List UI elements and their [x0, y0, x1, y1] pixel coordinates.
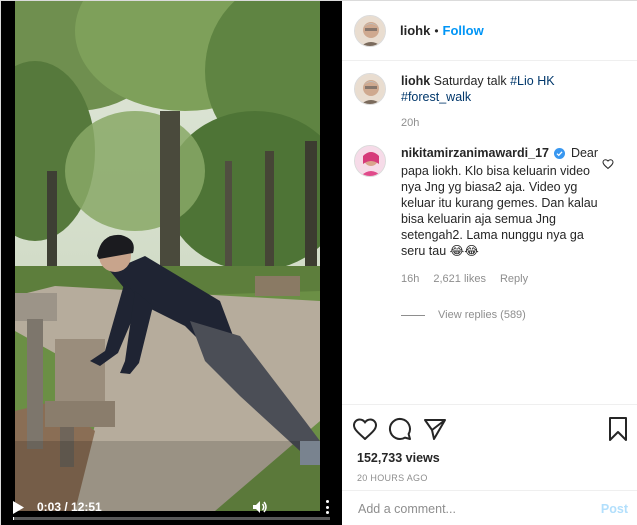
view-count[interactable]: 152,733 views — [357, 451, 630, 465]
video-time: 0:03 / 12:51 — [37, 500, 102, 514]
comment-age[interactable]: 16h — [401, 273, 419, 285]
video-frame — [15, 1, 320, 511]
post-comment-button[interactable]: Post — [601, 502, 628, 516]
video-progress-bar[interactable] — [13, 517, 330, 520]
caption-message: Saturday talk — [433, 74, 507, 88]
bookmark-icon[interactable] — [606, 417, 630, 441]
post-details: liohk • Follow liohk Saturday talk #Lio … — [342, 1, 637, 525]
action-bar — [353, 411, 630, 447]
hashtag-link[interactable]: #forest_walk — [401, 90, 471, 104]
caption-age[interactable]: 20h — [401, 117, 419, 129]
avatar[interactable] — [354, 145, 386, 177]
comment-emoji: 😂😂 — [449, 244, 479, 258]
comment-composer: Post — [342, 490, 637, 525]
follow-button[interactable]: Follow — [443, 23, 484, 38]
caption-meta: 20h — [401, 117, 555, 129]
video-player[interactable]: 0:03 / 12:51 — [1, 1, 342, 525]
avatar[interactable] — [354, 73, 386, 105]
post-header: liohk • Follow — [342, 1, 637, 61]
replies-divider — [401, 314, 425, 316]
comment-item: nikitamirzanimawardi_17 Dear papa liokh.… — [354, 145, 622, 285]
comment-like-heart-icon[interactable] — [602, 158, 614, 170]
comment-likes[interactable]: 2,621 likes — [433, 273, 486, 285]
comment-username[interactable]: nikitamirzanimawardi_17 — [401, 146, 549, 160]
video-progress-fill — [13, 517, 15, 520]
heart-icon[interactable] — [353, 417, 377, 441]
caption: liohk Saturday talk #Lio HK #forest_walk… — [354, 73, 622, 129]
post-modal: 0:03 / 12:51 liohk • Follow liohk Saturd… — [0, 0, 637, 525]
post-timestamp[interactable]: 20 HOURS AGO — [357, 473, 630, 483]
caption-username[interactable]: liohk — [401, 74, 430, 88]
separator-dot: • — [434, 23, 439, 38]
comment-meta: 16h 2,621 likes Reply — [401, 273, 600, 285]
paper-plane-icon[interactable] — [423, 417, 447, 441]
post-username[interactable]: liohk — [400, 23, 430, 38]
verified-badge-icon — [554, 147, 566, 163]
volume-icon[interactable] — [252, 499, 268, 515]
hashtag-link[interactable]: #Lio HK — [510, 74, 554, 88]
play-icon[interactable] — [13, 500, 27, 514]
view-replies-button[interactable]: View replies (589) — [401, 309, 622, 321]
more-vertical-icon[interactable] — [326, 500, 330, 514]
comment-text: nikitamirzanimawardi_17 Dear papa liokh.… — [401, 145, 600, 259]
post-actions: 152,733 views 20 HOURS AGO — [342, 404, 637, 483]
reply-button[interactable]: Reply — [500, 273, 528, 285]
avatar[interactable] — [354, 14, 386, 47]
comment-message: Dear papa liokh. Klo bisa keluarin video… — [401, 146, 599, 258]
view-replies-label: View replies (589) — [438, 309, 526, 321]
add-comment-input[interactable] — [358, 501, 601, 516]
comments-list: liohk Saturday talk #Lio HK #forest_walk… — [342, 73, 637, 403]
comment-icon[interactable] — [388, 417, 412, 441]
caption-text: liohk Saturday talk #Lio HK #forest_walk — [401, 73, 555, 105]
